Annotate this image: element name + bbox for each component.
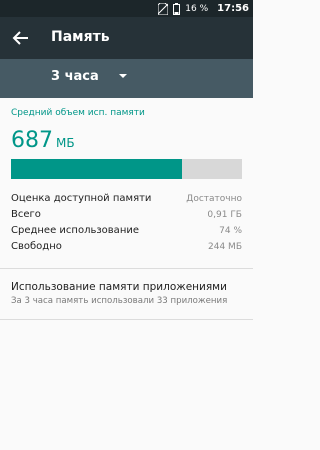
stat-row-free: Свободно 244 МБ	[11, 241, 242, 257]
stat-row-total: Всего 0,91 ГБ	[11, 209, 242, 225]
average-usage-number: 687	[11, 128, 53, 153]
section-divider	[0, 319, 253, 320]
no-sim-icon	[158, 2, 169, 15]
app-memory-usage-summary: За 3 часа память использовали 33 приложе…	[11, 296, 228, 306]
stat-label: Среднее использование	[11, 225, 140, 236]
back-button[interactable]	[9, 26, 33, 50]
stat-value: 74 %	[219, 226, 242, 236]
stat-value: 244 МБ	[208, 242, 242, 252]
app-toolbar: Память	[0, 17, 253, 59]
usage-progress-bar	[11, 159, 242, 179]
page-title: Память	[51, 29, 110, 45]
stat-label: Свободно	[11, 241, 62, 252]
stat-row-average: Среднее использование 74 %	[11, 225, 242, 241]
app-memory-usage-title: Использование памяти приложениями	[11, 281, 227, 293]
period-spinner[interactable]: 3 часа	[0, 59, 253, 98]
section-divider	[0, 268, 253, 269]
stat-row-availability: Оценка доступной памяти Достаточно	[11, 193, 242, 209]
usage-progress-fill	[11, 159, 182, 179]
dropdown-arrow-icon	[119, 74, 127, 78]
battery-icon	[173, 2, 181, 15]
stat-label: Всего	[11, 209, 41, 220]
period-selected: 3 часа	[51, 69, 99, 84]
average-usage-value: 687 МБ	[11, 128, 75, 153]
battery-percent: 16 %	[185, 3, 209, 14]
app-memory-usage-item[interactable]: Использование памяти приложениями За 3 ч…	[0, 271, 253, 318]
average-usage-unit: МБ	[56, 136, 75, 150]
summary-heading: Средний объем исп. памяти	[11, 108, 145, 118]
arrow-left-icon	[12, 31, 28, 45]
stat-value: 0,91 ГБ	[207, 210, 242, 220]
stat-value: Достаточно	[186, 194, 242, 204]
status-bar: 16 % 17:56	[0, 0, 253, 17]
stat-label: Оценка доступной памяти	[11, 193, 152, 204]
memory-summary-card: Средний объем исп. памяти 687 МБ Оценка д…	[0, 98, 253, 264]
clock: 17:56	[217, 3, 249, 14]
